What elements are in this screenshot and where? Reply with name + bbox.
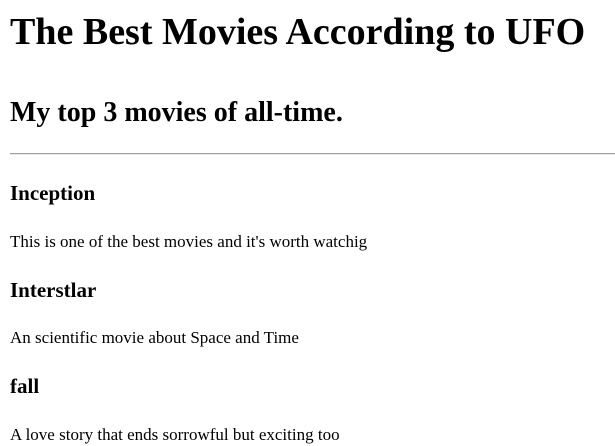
page-title: The Best Movies According to UFO [10,11,586,53]
movie-description: This is one of the best movies and it's … [10,232,368,251]
movie-title: fall [10,374,40,398]
page-subtitle: My top 3 movies of all-time. [10,97,343,128]
movie-title: Inception [10,181,96,205]
movie-description: An scientific movie about Space and Time [10,328,299,347]
divider [10,153,615,155]
movie-description: A love story that ends sorrowful but exc… [10,425,340,444]
movie-title: Interstlar [10,278,97,302]
page-content: The Best Movies According to UFO My top … [0,0,615,444]
